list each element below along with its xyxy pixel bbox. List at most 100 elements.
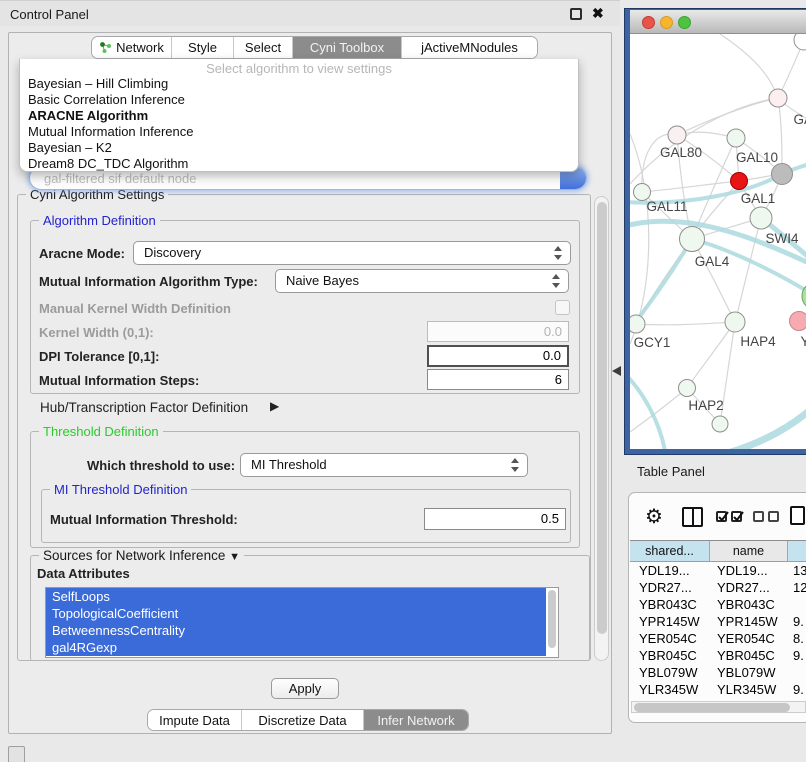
tab-jactivemnodules[interactable]: jActiveMNodules [402, 37, 537, 58]
kernel-width-field[interactable]: 0.0 [427, 321, 569, 342]
checked-box-icon[interactable] [716, 511, 727, 522]
column-header-shared[interactable]: shared... [630, 541, 710, 561]
table-hscrollbar-track[interactable] [631, 701, 806, 713]
dropdown-item[interactable]: Bayesian – Hill Climbing [20, 76, 578, 92]
node-label: GAL80 [660, 145, 702, 160]
algorithm-definition-group: Algorithm Definition Aracne Mode: Discov… [30, 220, 580, 394]
collapse-right-icon[interactable]: ▶ [270, 399, 279, 413]
cell-value: 8. [788, 630, 806, 647]
node-gal80[interactable] [668, 126, 686, 144]
node-gal1-red[interactable] [731, 173, 748, 190]
tab-cyni-toolbox[interactable]: Cyni Toolbox [293, 37, 402, 58]
minimize-traffic-light-icon[interactable] [660, 16, 673, 29]
which-threshold-select[interactable]: MI Threshold [240, 453, 528, 477]
apply-button[interactable]: Apply [271, 678, 339, 699]
mi-steps-field[interactable]: 6 [427, 369, 569, 390]
mi-type-label: Mutual Information Algorithm Type: [39, 274, 258, 289]
dropdown-item[interactable]: Dream8 DC_TDC Algorithm [20, 156, 578, 172]
node-gal11[interactable] [634, 184, 651, 201]
network-icon [99, 41, 112, 54]
split-columns-icon[interactable] [682, 507, 703, 527]
attribute-item[interactable]: gal4RGexp [46, 639, 546, 656]
kernel-width-label: Kernel Width (0,1): [39, 325, 154, 340]
attribute-item[interactable]: SelfLoops [46, 588, 546, 605]
dropdown-item[interactable]: Mutual Information Inference [20, 124, 578, 140]
column-header-partial[interactable] [788, 541, 806, 561]
column-header-name[interactable]: name [710, 541, 788, 561]
cell-name: YDR27... [710, 579, 788, 596]
gear-icon[interactable]: ⚙ [645, 504, 663, 529]
mi-type-select[interactable]: Naive Bayes [275, 269, 569, 293]
node-hap2[interactable] [679, 380, 696, 397]
page-icon[interactable] [790, 506, 805, 525]
node-gray[interactable] [772, 164, 793, 185]
sources-title-wrap[interactable]: Sources for Network Inference ▼ [39, 548, 244, 563]
list-scrollbar-thumb[interactable] [548, 590, 556, 648]
table-hscrollbar-thumb[interactable] [634, 703, 790, 712]
close-traffic-light-icon[interactable] [642, 16, 655, 29]
tab-network[interactable]: Network [92, 37, 172, 58]
table-row[interactable]: YER054CYER054C8. [630, 630, 806, 647]
table-row[interactable]: YBL079WYBL079W [630, 664, 806, 681]
cell-value: 9. [788, 613, 806, 630]
node-label: HAP4 [740, 334, 776, 349]
tab-discretize-data-label: Discretize Data [258, 713, 346, 728]
table-body[interactable]: YDL19...YDL19...13 YDR27...YDR27...12 YB… [630, 562, 806, 702]
settings-scrollbar-thumb[interactable] [597, 202, 607, 634]
dpi-tolerance-field[interactable]: 0.0 [427, 345, 569, 367]
node-bottom[interactable] [712, 416, 728, 432]
node-gal10[interactable] [727, 129, 745, 147]
tab-discretize-data[interactable]: Discretize Data [242, 710, 364, 730]
node-y-partial[interactable] [790, 312, 806, 331]
checked-box-icon[interactable] [731, 511, 742, 522]
zoom-traffic-light-icon[interactable] [678, 16, 691, 29]
unchecked-box-icon[interactable] [753, 511, 764, 522]
dropdown-item-selected[interactable]: ARACNE Algorithm [20, 108, 578, 124]
node-gcy1[interactable] [630, 315, 645, 333]
mi-threshold-field[interactable]: 0.5 [424, 508, 566, 530]
unchecked-box-icon[interactable] [768, 511, 779, 522]
network-graph: GAL GAL80 GAL10 GAL1 GAL11 SWI4 GAL4 GCY… [630, 34, 806, 449]
dropdown-item[interactable]: Bayesian – K2 [20, 140, 578, 156]
dropdown-item[interactable]: Basic Correlation Inference [20, 92, 578, 108]
node-label: GAL11 [646, 199, 687, 214]
node-hap4[interactable] [725, 312, 745, 332]
dpi-tolerance-label: DPI Tolerance [0,1]: [39, 349, 159, 364]
control-panel-tabbar: Network Style Select Cyni Toolbox jActiv… [91, 36, 538, 59]
aracne-mode-select[interactable]: Discovery [133, 241, 571, 265]
attribute-item[interactable]: TopologicalCoefficient [46, 605, 546, 622]
node-gal-partial[interactable] [769, 89, 787, 107]
combo-spinner-icon [551, 274, 560, 288]
hub-section-label[interactable]: Hub/Transcription Factor Definition [40, 400, 248, 415]
tab-network-label: Network [116, 40, 164, 55]
table-row[interactable]: YBR045CYBR045C9. [630, 647, 806, 664]
panel-corner-icon[interactable] [8, 746, 25, 762]
table-row[interactable]: YLR345WYLR345W9. [630, 681, 806, 698]
manual-kernel-checkbox[interactable] [555, 300, 570, 315]
close-icon[interactable]: ✖ [592, 5, 604, 22]
data-attributes-list[interactable]: SelfLoops TopologicalCoefficient Between… [45, 587, 559, 658]
node-gal4[interactable] [680, 227, 705, 252]
node-label: GCY1 [634, 335, 671, 350]
table-row[interactable]: YDL19...YDL19...13 [630, 562, 806, 579]
tab-infer-network[interactable]: Infer Network [364, 710, 468, 730]
tab-style-label: Style [188, 40, 217, 55]
node-partial-top[interactable] [794, 34, 806, 50]
sources-title: Sources for Network Inference [43, 548, 225, 563]
table-row[interactable]: YPR145WYPR145W9. [630, 613, 806, 630]
cell-name: YBL079W [710, 664, 788, 681]
table-row[interactable]: YBR043CYBR043C [630, 596, 806, 613]
attribute-item[interactable]: BetweennessCentrality [46, 622, 546, 639]
float-window-icon[interactable] [570, 8, 582, 20]
network-view-canvas[interactable]: GAL GAL80 GAL10 GAL1 GAL11 SWI4 GAL4 GCY… [630, 34, 806, 449]
node-swi4[interactable] [750, 207, 772, 229]
algorithm-dropdown-popup: Select algorithm to view settings Bayesi… [19, 59, 579, 172]
tab-select[interactable]: Select [234, 37, 293, 58]
mouse-cursor [612, 366, 621, 376]
settings-scrollbar-track[interactable] [594, 196, 609, 661]
tab-style[interactable]: Style [172, 37, 234, 58]
tab-impute-data[interactable]: Impute Data [148, 710, 242, 730]
mi-threshold-group: MI Threshold Definition Mutual Informati… [41, 489, 571, 543]
network-window-titlebar[interactable] [630, 10, 806, 34]
table-row[interactable]: YDR27...YDR27...12 [630, 579, 806, 596]
